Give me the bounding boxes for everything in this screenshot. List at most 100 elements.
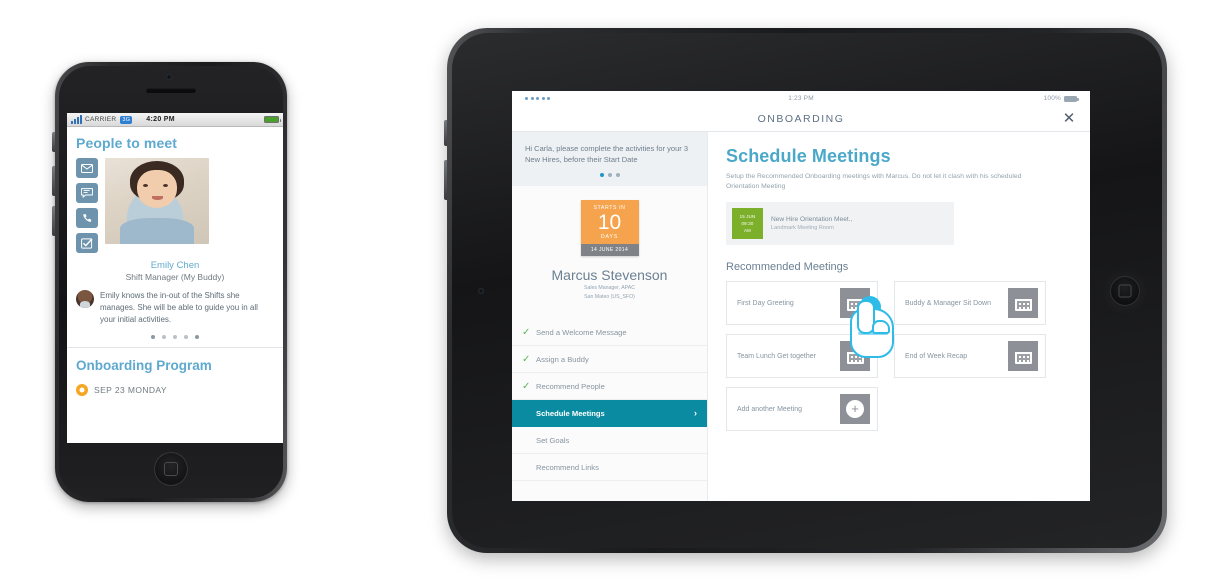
battery-percent-label: 100% [1043, 95, 1061, 102]
meeting-card-first-day-greeting[interactable]: First Day Greeting [726, 281, 878, 325]
starts-in-card-top: STARTS IN 10 DAYS [580, 200, 639, 244]
meeting-time: 09:30 [741, 220, 754, 226]
starts-in-number: 10 [597, 211, 622, 234]
calendar-icon[interactable] [1008, 288, 1038, 318]
greeting-banner: Hi Carla, please complete the activities… [512, 132, 707, 186]
phone-volume-up-button[interactable] [52, 166, 55, 196]
meeting-card-add-another-meeting[interactable]: Add another Meeting + [726, 387, 878, 431]
phone-clock: 4:20 PM [146, 116, 175, 123]
phone-volume-down-button[interactable] [52, 206, 55, 236]
phone-status-bar: CARRIER 3G 4:20 PM [67, 113, 283, 127]
app-body: Hi Carla, please complete the activities… [512, 132, 1090, 501]
page-subtitle: Setup the Recommended Onboarding meeting… [726, 173, 1022, 190]
tablet-volume-up-button[interactable] [444, 120, 447, 146]
sidebar-item-set-goals[interactable]: Set Goals [512, 427, 707, 454]
sidebar-item-send-a-welcome-message[interactable]: ✓ Send a Welcome Message [512, 319, 707, 346]
sidebar-task-list: ✓ Send a Welcome Message ✓ Assign a Budd… [512, 319, 707, 481]
phone-camera-icon [166, 74, 172, 80]
phone-mute-button[interactable] [52, 132, 55, 152]
person-role: Shift Manager (My Buddy) [125, 272, 225, 282]
sidebar-item-label: Set Goals [536, 435, 570, 445]
screenshot-stage: CARRIER 3G 4:20 PM People to meet Emily … [0, 0, 1210, 585]
meeting-day: 15 JUN [739, 213, 756, 219]
calendar-icon[interactable] [1008, 341, 1038, 371]
phone-screen: CARRIER 3G 4:20 PM People to meet Emily … [67, 113, 283, 443]
signal-bars-icon [71, 115, 82, 124]
phone-battery-icon [264, 116, 281, 123]
new-hire-profile: STARTS IN 10 DAYS 14 JUNE 2014 Marcus St… [512, 186, 707, 311]
person-block [76, 158, 274, 253]
check-icon: ✓ [522, 326, 531, 338]
meeting-card-label: Buddy & Manager Sit Down [905, 299, 991, 307]
person-name: Emily Chen [150, 260, 200, 271]
scheduled-meeting-card[interactable]: 15 JUN 09:30 AM New Hire Orientation Mee… [726, 202, 954, 245]
recommended-meetings-grid: First Day Greeting Buddy & Manager Sit D… [726, 281, 1074, 431]
meeting-card-label: Add another Meeting [737, 405, 802, 413]
calendar-icon[interactable] [840, 288, 870, 318]
meeting-card-label: End of Week Recap [905, 352, 968, 360]
smartphone-device: CARRIER 3G 4:20 PM People to meet Emily … [52, 62, 287, 502]
sidebar-item-label: Schedule Meetings [536, 408, 605, 418]
person-photo [105, 158, 209, 244]
sidebar-item-schedule-meetings[interactable]: Schedule Meetings › [512, 400, 707, 427]
task-icon[interactable] [76, 233, 98, 253]
sidebar: Hi Carla, please complete the activities… [512, 132, 708, 501]
greeting-text: Hi Carla, please complete the activities… [525, 144, 688, 164]
new-hire-location: San Mateo (US_SFO) [584, 294, 635, 300]
app-title: ONBOARDING [757, 112, 845, 125]
tablet-clock: 1:23 PM [788, 95, 814, 102]
sidebar-item-label: Recommend Links [536, 462, 599, 472]
meeting-card-buddy-manager-sit-down[interactable]: Buddy & Manager Sit Down [894, 281, 1046, 325]
check-icon: ✓ [522, 380, 531, 392]
start-date: 14 JUNE 2014 [580, 244, 639, 256]
app-title-bar: ONBOARDING ✕ [512, 106, 1090, 132]
call-icon[interactable] [76, 208, 98, 228]
tablet-device: 1:23 PM 100% ONBOARDING ✕ Hi Carla, plea… [444, 28, 1167, 553]
meeting-card-team-lunch-get-together[interactable]: Team Lunch Get together [726, 334, 878, 378]
close-icon[interactable]: ✕ [1062, 111, 1076, 126]
main-content: Schedule Meetings Setup the Recommended … [708, 132, 1090, 501]
buddy-note: Emily knows the in-out of the Shifts she… [76, 290, 274, 326]
network-badge: 3G [120, 115, 133, 124]
avatar [76, 290, 94, 308]
carrier-label: CARRIER [85, 116, 117, 123]
program-date-row[interactable]: SEP 23 MONDAY [76, 384, 274, 396]
tablet-battery-icon [1064, 95, 1079, 102]
sidebar-item-label: Assign a Buddy [536, 354, 589, 364]
scheduled-meeting-location: Landmark Meeting Room [771, 225, 834, 231]
plus-circle-icon[interactable]: + [840, 394, 870, 424]
buddy-note-text: Emily knows the in-out of the Shifts she… [100, 291, 258, 324]
phone-home-button[interactable] [154, 452, 188, 486]
carousel-dots[interactable] [76, 335, 274, 347]
phone-app-body: People to meet Emily Chen Shift Manager … [67, 127, 283, 396]
meeting-card-end-of-week-recap[interactable]: End of Week Recap [894, 334, 1046, 378]
sidebar-item-assign-a-buddy[interactable]: ✓ Assign a Buddy [512, 346, 707, 373]
calendar-icon[interactable] [840, 341, 870, 371]
scheduled-meeting-title: New Hire Orientation Meet., [771, 216, 853, 223]
starts-in-unit: DAYS [600, 234, 619, 240]
sidebar-item-label: Send a Welcome Message [536, 327, 627, 337]
tablet-bezel: 1:23 PM 100% ONBOARDING ✕ Hi Carla, plea… [452, 33, 1162, 548]
greeting-carousel-dots[interactable] [525, 173, 694, 177]
tablet-home-button[interactable] [1110, 275, 1140, 306]
meeting-card-label: First Day Greeting [737, 299, 794, 307]
meeting-period: AM [744, 227, 751, 233]
tablet-screen: 1:23 PM 100% ONBOARDING ✕ Hi Carla, plea… [512, 91, 1090, 501]
message-icon[interactable] [76, 183, 98, 203]
email-icon[interactable] [76, 158, 98, 178]
recommended-meetings-heading: Recommended Meetings [726, 261, 849, 273]
meeting-date-tile: 15 JUN 09:30 AM [732, 208, 763, 239]
sidebar-item-recommend-people[interactable]: ✓ Recommend People [512, 373, 707, 400]
contact-action-bar [76, 158, 98, 253]
tablet-camera-icon [478, 287, 484, 294]
signal-dots-icon [525, 97, 550, 100]
onboarding-program-heading: Onboarding Program [76, 358, 212, 373]
tablet-volume-down-button[interactable] [444, 160, 447, 200]
people-to-meet-heading: People to meet [76, 135, 177, 151]
new-hire-name: Marcus Stevenson [551, 267, 668, 283]
starts-in-card: STARTS IN 10 DAYS 14 JUNE 2014 [580, 200, 639, 256]
sidebar-item-recommend-links[interactable]: Recommend Links [512, 454, 707, 481]
onboarding-program-section: Onboarding Program SEP 23 MONDAY [76, 348, 274, 396]
new-hire-title: Sales Manager, APAC [584, 285, 635, 291]
phone-speaker [146, 88, 196, 93]
